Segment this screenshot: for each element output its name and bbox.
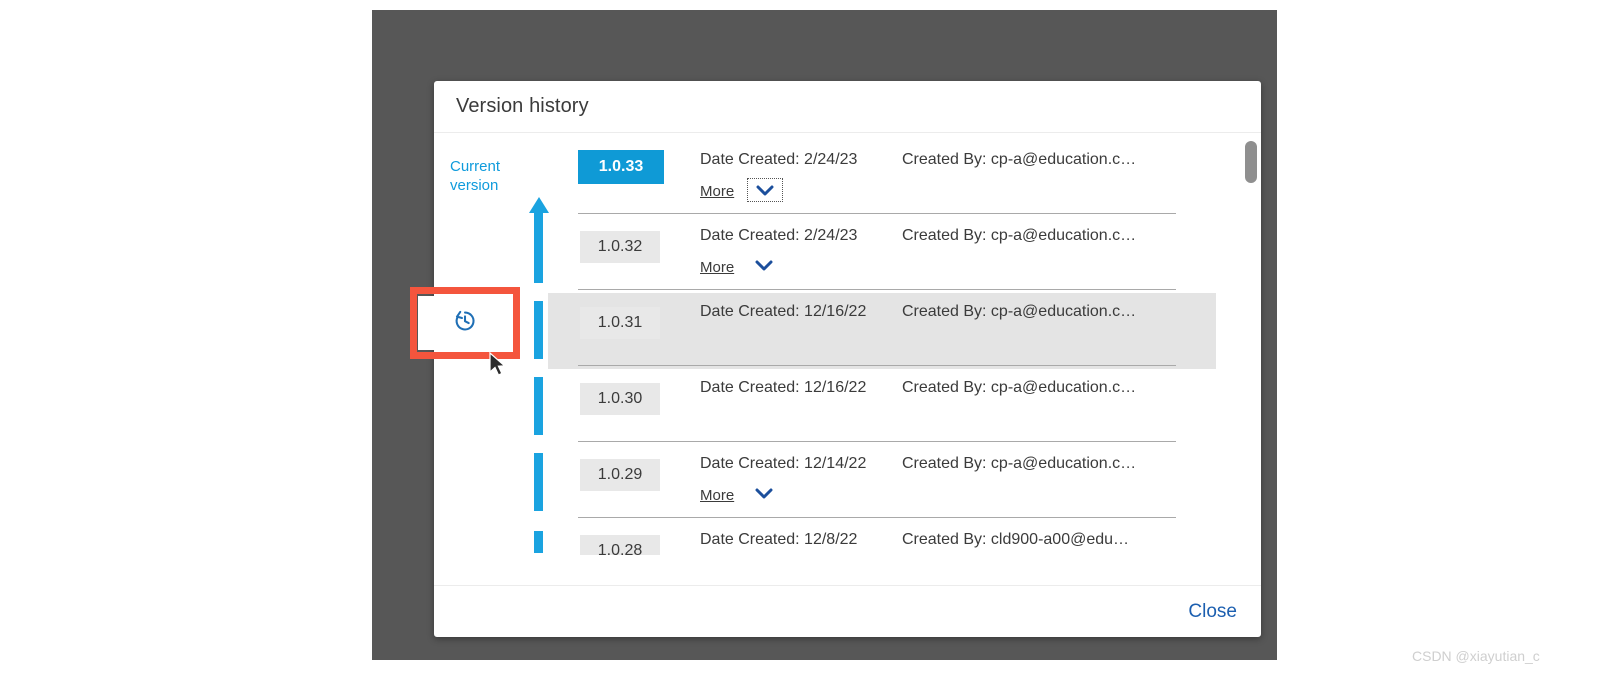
date-created-text: Date Created: 2/24/23: [700, 227, 858, 244]
timeline-segment: [534, 531, 543, 553]
table-row[interactable]: 1.0.33 Date Created: 2/24/23 Created By: c…: [548, 141, 1216, 217]
dialog-body: Current version 1.0.33 Date Created: 2/24…: [434, 133, 1261, 585]
page-title: Version history: [456, 95, 589, 117]
version-history-dialog: Version history Current version 1.0.33 Da…: [434, 81, 1261, 637]
created-by-text: Created By: cp-a@education.c…: [902, 455, 1137, 472]
created-by-text: Created By: cp-a@education.c…: [902, 227, 1137, 244]
version-badge: 1.0.29: [580, 459, 660, 491]
created-by-text: Created By: cp-a@education.c…: [902, 303, 1137, 320]
more-link[interactable]: More: [700, 487, 734, 504]
version-list: 1.0.33 Date Created: 2/24/23 Created By: c…: [548, 133, 1261, 585]
chevron-down-icon[interactable]: [747, 178, 783, 202]
timeline-segment: [534, 225, 543, 283]
date-created-text: Date Created: 12/16/22: [700, 303, 867, 320]
close-button[interactable]: Close: [1188, 601, 1237, 623]
date-created-text: Date Created: 12/16/22: [700, 379, 867, 396]
dialog-footer: Close: [434, 585, 1261, 637]
scrollbar-track[interactable]: [1245, 133, 1257, 585]
more-link[interactable]: More: [700, 259, 734, 276]
more-link[interactable]: More: [700, 183, 734, 200]
current-version-rail: Current version: [434, 133, 526, 585]
table-row[interactable]: 1.0.32 Date Created: 2/24/23 Created By: c…: [548, 217, 1216, 293]
version-timeline: [526, 133, 549, 585]
date-created-text: Date Created: 2/24/23: [700, 151, 858, 168]
current-version-label: Current version: [450, 158, 501, 194]
timeline-segment: [534, 301, 543, 359]
vertical-scroll-thumb[interactable]: [1245, 141, 1257, 183]
table-row[interactable]: 1.0.28 Date Created: 12/8/22 Created By: c…: [548, 521, 1216, 555]
table-row[interactable]: 1.0.30 Date Created: 12/16/22 Created By: …: [548, 369, 1216, 445]
table-row[interactable]: 1.0.29 Date Created: 12/14/22 Created By: …: [548, 445, 1216, 521]
version-badge: 1.0.30: [580, 383, 660, 415]
version-badge: 1.0.33: [578, 150, 664, 184]
row-separator: [578, 517, 1176, 518]
timeline-segment: [534, 453, 543, 511]
row-separator: [578, 441, 1176, 442]
history-clock-icon: [452, 308, 478, 339]
version-badge: 1.0.31: [580, 307, 660, 339]
timeline-segment: [534, 377, 543, 435]
version-badge: 1.0.28: [580, 535, 660, 555]
row-separator: [578, 365, 1176, 366]
row-separator: [578, 289, 1176, 290]
created-by-text: Created By: cp-a@education.c…: [902, 379, 1137, 396]
timeline-up-arrow-icon: [529, 197, 549, 213]
created-by-text: Created By: cp-a@education.c…: [902, 151, 1137, 168]
chevron-down-icon[interactable]: [754, 487, 776, 505]
date-created-text: Date Created: 12/8/22: [700, 531, 858, 548]
dialog-header: Version history: [434, 81, 1261, 133]
row-separator: [578, 213, 1176, 214]
version-badge: 1.0.32: [580, 231, 660, 263]
chevron-down-icon[interactable]: [754, 259, 776, 277]
watermark: CSDN @xiayutian_c: [1412, 648, 1540, 664]
table-row[interactable]: 1.0.31 Date Created: 12/16/22 Created By: …: [548, 293, 1216, 369]
date-created-text: Date Created: 12/14/22: [700, 455, 867, 472]
version-history-toolbar-button[interactable]: [418, 296, 512, 350]
created-by-text: Created By: cld900-a00@edu…: [902, 531, 1130, 548]
